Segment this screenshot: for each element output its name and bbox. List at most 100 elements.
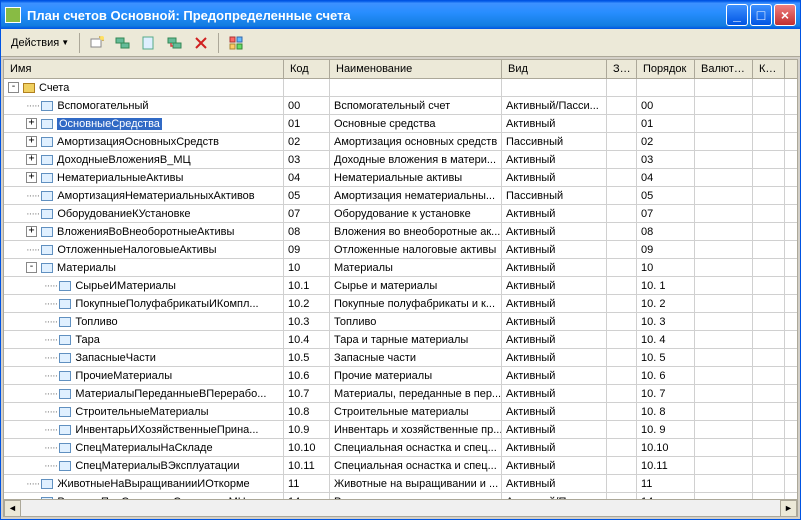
table-row[interactable]: ·····Тара10.4Тара и тарные материалыАкти… [4,331,797,349]
cell: Специальная оснастка и спец... [330,439,502,456]
cell: Амортизация основных средств [330,133,502,150]
tree-toggle-icon[interactable]: - [8,82,19,93]
table-row[interactable]: ·····АмортизацияНематериальныхАктивов05А… [4,187,797,205]
cell: 10.10 [637,439,695,456]
table-row[interactable]: ·····ОборудованиеКУстановке07Оборудовани… [4,205,797,223]
cell: 10. 9 [637,421,695,438]
cell: 03 [284,151,330,168]
cell [753,133,785,150]
table-row[interactable]: ·····ПрочиеМатериалы10.6Прочие материалы… [4,367,797,385]
minimize-button[interactable]: _ [726,4,748,26]
cell: 10. 6 [637,367,695,384]
cell [753,475,785,492]
cell: 10. 3 [637,313,695,330]
table-row[interactable]: ·····ЗапасныеЧасти10.5Запасные частиАкти… [4,349,797,367]
cell [753,277,785,294]
table-row[interactable]: +НематериальныеАктивы04Нематериальные ак… [4,169,797,187]
cell: 09 [284,241,330,258]
tree-toggle-icon[interactable]: + [26,118,37,129]
cell: 10. 7 [637,385,695,402]
table-row[interactable]: ·····Топливо10.3ТопливоАктивный10. 3 [4,313,797,331]
table-row[interactable]: ·····ЖивотныеНаВыращиванииИОткорме11Живо… [4,475,797,493]
column-header-qty[interactable]: Кол... [753,60,785,78]
properties-icon[interactable] [225,32,247,54]
grid-body[interactable]: - Счета ·····Вспомогательный00Вспомогате… [4,79,797,499]
tree-root-row[interactable]: - Счета [4,79,797,97]
app-window: План счетов Основной: Предопределенные с… [0,0,801,520]
cell: Активный [502,151,607,168]
cell [695,421,753,438]
cell: 04 [284,169,330,186]
tree-toggle-icon[interactable]: + [26,154,37,165]
move-level-icon[interactable] [164,32,186,54]
table-row[interactable]: ·····ПокупныеПолуфабрикатыИКомпл...10.2П… [4,295,797,313]
cell: Активный [502,241,607,258]
column-header-desc[interactable]: Наименование [330,60,502,78]
maximize-button[interactable]: □ [750,4,772,26]
table-row[interactable]: +ДоходныеВложенияВ_МЦ03Доходные вложения… [4,151,797,169]
account-icon [59,407,71,417]
scroll-left-button[interactable]: ◄ [4,500,21,517]
delete-icon[interactable] [190,32,212,54]
account-icon [59,353,71,363]
table-row[interactable]: +ВложенияВоВнеоборотныеАктивы08Вложения … [4,223,797,241]
row-name: СтроительныеМатериалы [75,406,208,418]
account-icon [41,191,53,201]
cell: Активный [502,439,607,456]
tree-toggle-icon[interactable]: + [26,226,37,237]
column-header-order[interactable]: Порядок [637,60,695,78]
cell [607,421,637,438]
cell [753,223,785,240]
table-row[interactable]: ·····СырьеИМатериалы10.1Сырье и материал… [4,277,797,295]
cell: 10. 4 [637,331,695,348]
table-row[interactable]: +ОсновныеСредства01Основные средстваАкти… [4,115,797,133]
cell [695,169,753,186]
close-button[interactable]: × [774,4,796,26]
table-row[interactable]: -Материалы10МатериалыАктивный10 [4,259,797,277]
table-row[interactable]: ·····Вспомогательный00Вспомогательный сч… [4,97,797,115]
new-item-icon[interactable] [86,32,108,54]
tree-toggle-icon[interactable]: + [26,136,37,147]
actions-menu[interactable]: Действия ▼ [7,35,73,51]
tree-toggle-icon[interactable]: - [26,262,37,273]
row-name: ЖивотныеНаВыращиванииИОткорме [57,478,249,490]
column-header-name[interactable]: Имя [4,60,284,78]
account-icon [41,155,53,165]
table-row[interactable]: ·····СпецМатериалыНаСкладе10.10Специальн… [4,439,797,457]
table-row[interactable]: ·····МатериалыПереданныеВПерерабо...10.7… [4,385,797,403]
cell: Запасные части [330,349,502,366]
horizontal-scrollbar[interactable]: ◄ ► [4,499,797,516]
cell: 01 [637,115,695,132]
cell: 02 [284,133,330,150]
row-name: ОсновныеСредства [57,118,162,130]
cell [607,475,637,492]
cell: Активный [502,259,607,276]
table-row[interactable]: +АмортизацияОсновныхСредств02Амортизация… [4,133,797,151]
cell: 05 [284,187,330,204]
cell: Активный [502,169,607,186]
cell: Активный [502,295,607,312]
add-sub-icon[interactable] [112,32,134,54]
cell [607,223,637,240]
title-bar[interactable]: План счетов Основной: Предопределенные с… [1,1,800,29]
table-row[interactable]: ·····ОтложенныеНалоговыеАктивы09Отложенн… [4,241,797,259]
row-name: ПокупныеПолуфабрикатыИКомпл... [75,298,258,310]
table-row[interactable]: ·····ИнвентарьИХозяйственныеПрина...10.9… [4,421,797,439]
tree-toggle-icon[interactable]: + [26,172,37,183]
table-row[interactable]: ·····СпецМатериалыВЭксплуатации10.11Спец… [4,457,797,475]
cell: Активный [502,349,607,366]
cell [695,439,753,456]
column-header-currency[interactable]: Валютный [695,60,753,78]
cell: 02 [637,133,695,150]
edit-icon[interactable] [138,32,160,54]
scroll-track[interactable] [21,500,780,516]
column-header-code[interactable]: Код [284,60,330,78]
column-header-balance[interactable]: За... [607,60,637,78]
cell [753,403,785,420]
table-row[interactable]: ·····СтроительныеМатериалы10.8Строительн… [4,403,797,421]
cell [607,457,637,474]
scroll-right-button[interactable]: ► [780,500,797,517]
column-header-type[interactable]: Вид [502,60,607,78]
cell: 10.5 [284,349,330,366]
cell [753,349,785,366]
